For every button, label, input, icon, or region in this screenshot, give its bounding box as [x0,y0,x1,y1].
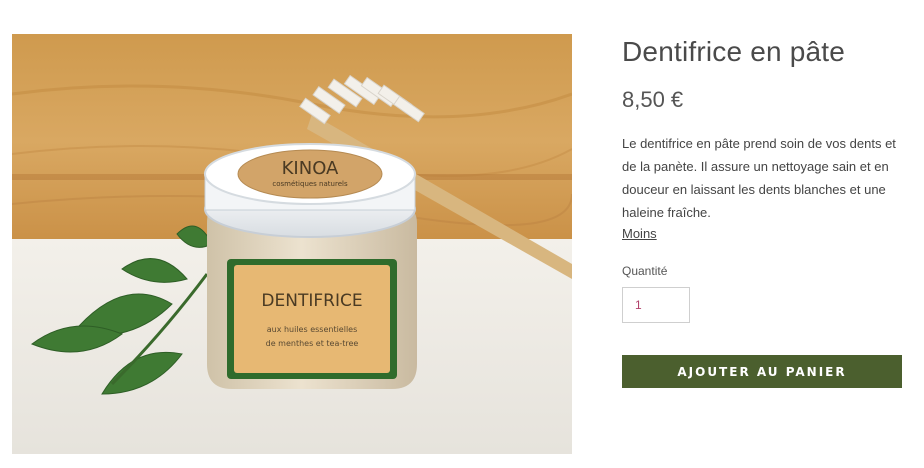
lid-subtitle: cosmétiques naturels [272,180,348,188]
product-title: Dentifrice en pâte [622,36,846,67]
quantity-label: Quantité [622,264,668,278]
product-image[interactable]: DENTIFRICE aux huiles essentielles de me… [12,34,572,454]
product-info: Dentifrice en pâte 8,50 € Le dentifrice … [622,34,907,388]
product-description: Le dentifrice en pâte prend soin de vos … [622,136,896,220]
add-to-cart-button[interactable]: AJOUTER AU PANIER [622,355,902,388]
less-link[interactable]: Moins [622,224,657,244]
lid-brand: KINOA [282,158,339,179]
jar-label-title: DENTIFRICE [261,291,362,311]
jar-label: DENTIFRICE aux huiles essentielles de me… [227,259,397,379]
product-price: 8,50 € [622,87,684,112]
jar-label-line2: de menthes et tea-tree [266,339,359,348]
quantity-input[interactable] [622,287,690,323]
jar-label-line1: aux huiles essentielles [267,325,358,334]
